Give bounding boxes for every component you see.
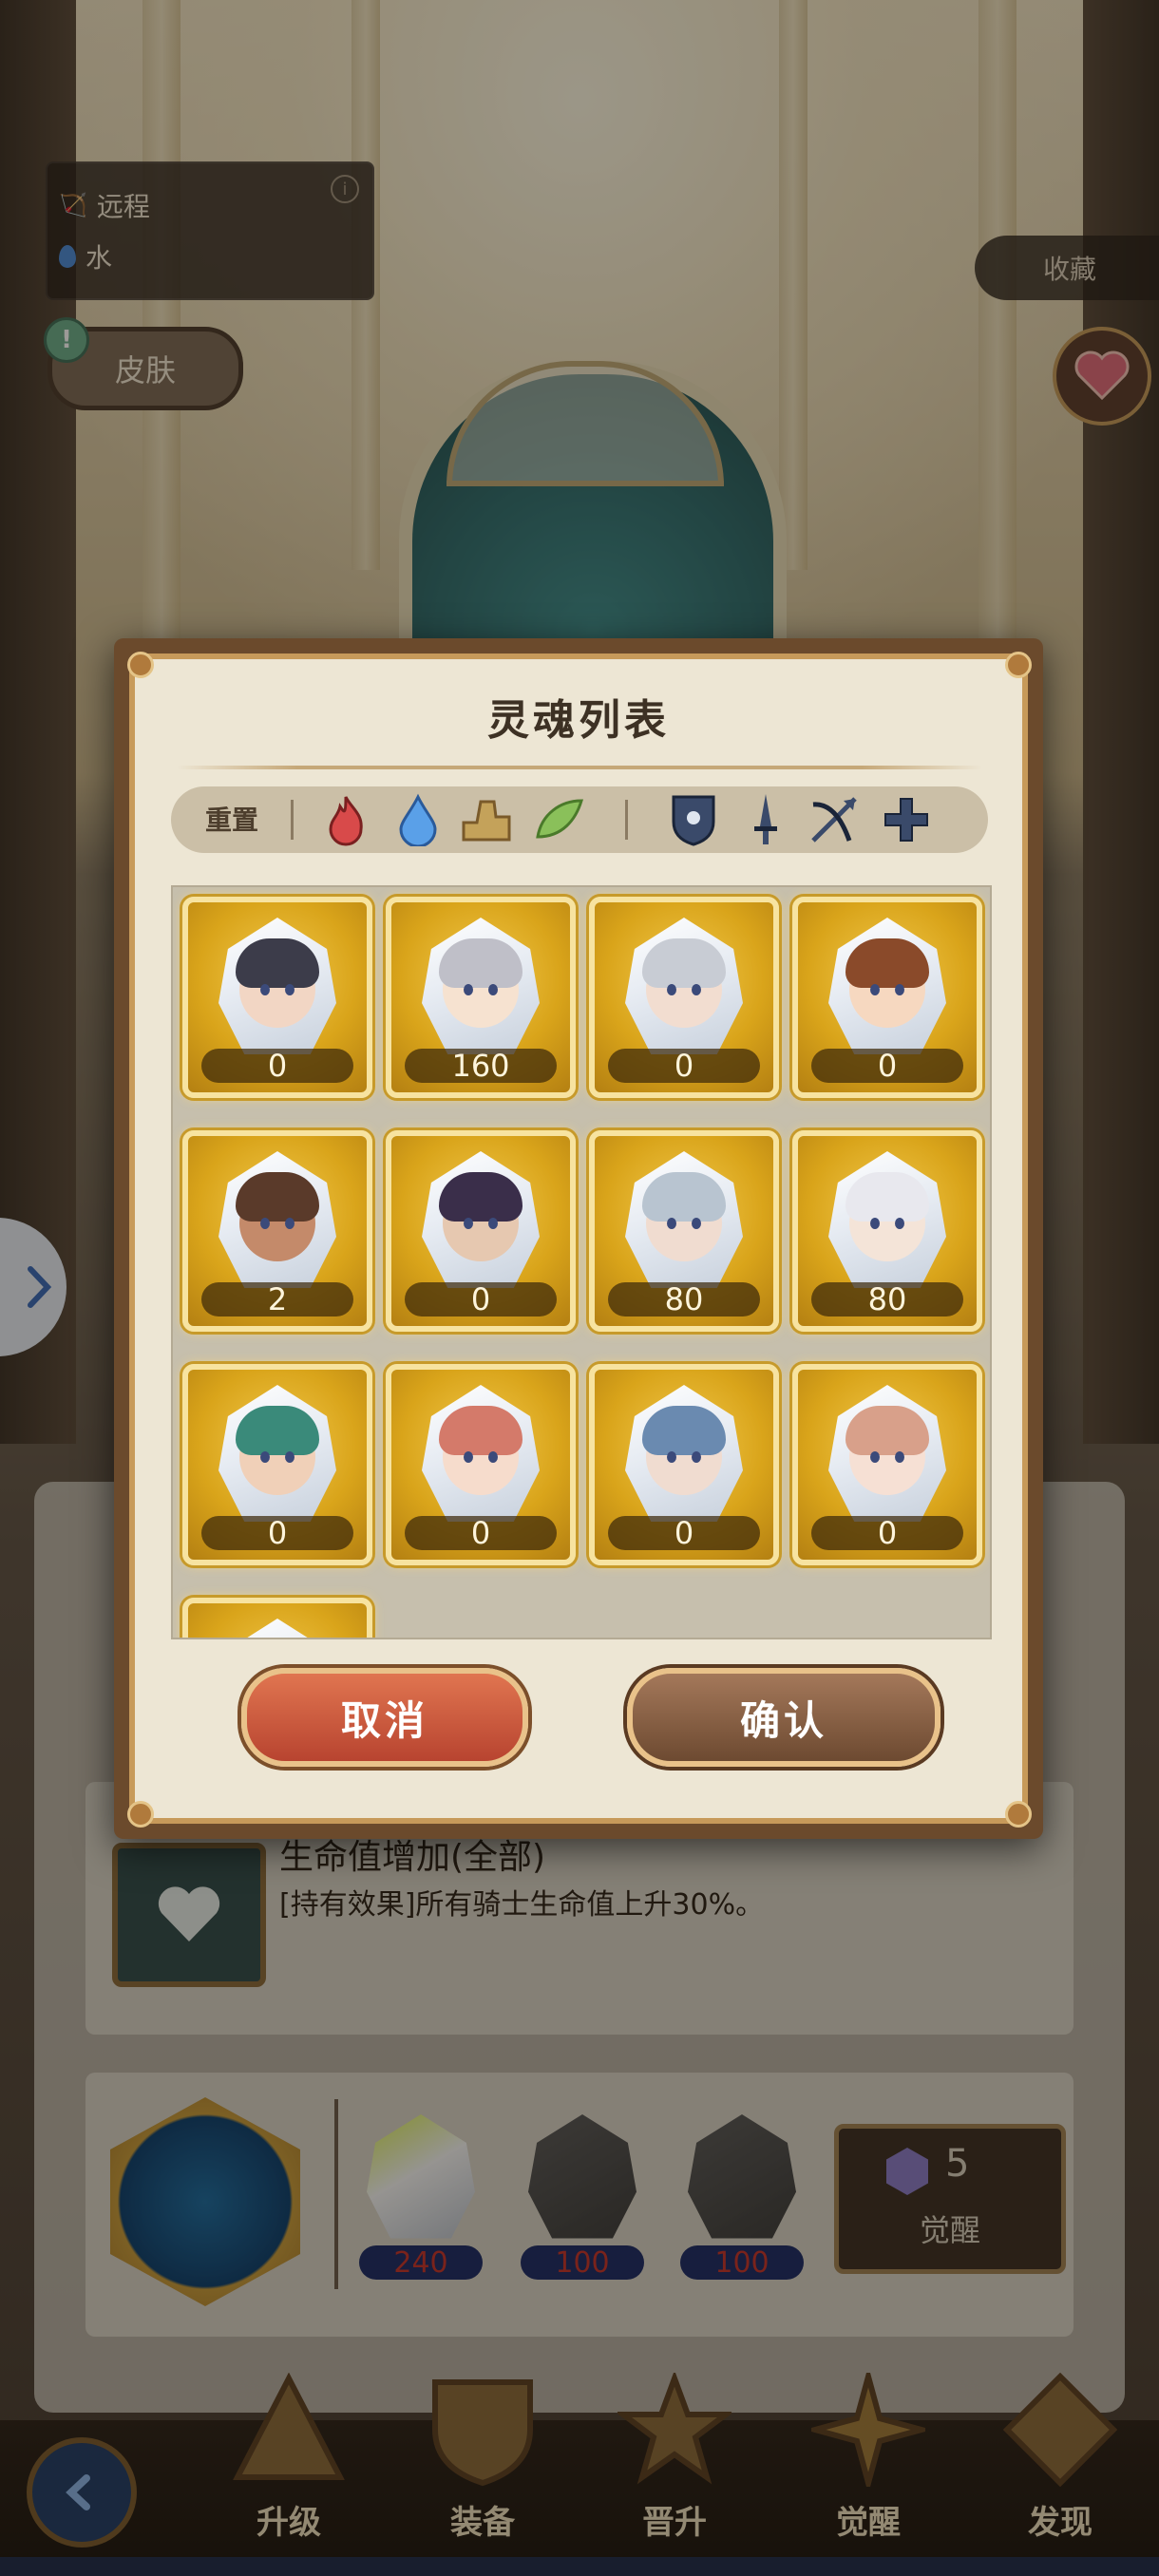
water-icon[interactable] — [391, 791, 445, 848]
character-hair — [236, 1406, 319, 1455]
wind-icon[interactable] — [532, 791, 585, 848]
corner-rivet — [1005, 652, 1032, 678]
title-divider — [177, 766, 982, 769]
character-hair — [642, 1172, 726, 1222]
character-hair — [642, 1406, 726, 1455]
character-eye — [692, 1218, 701, 1229]
soul-count: 0 — [608, 1048, 760, 1084]
character-eye — [285, 984, 294, 995]
soul-count: 0 — [405, 1515, 557, 1551]
character-eye — [488, 984, 498, 995]
character-eye — [285, 1218, 294, 1229]
reset-filter-button[interactable]: 重置 — [205, 800, 258, 838]
cross-icon[interactable] — [880, 791, 933, 848]
character-hair — [846, 1406, 929, 1455]
character-eye — [895, 1218, 904, 1229]
character-eye — [285, 1451, 294, 1463]
soul-crystal-icon — [218, 918, 336, 1054]
filter-divider — [291, 800, 294, 840]
character-hair — [846, 938, 929, 988]
soul-crystal-icon — [422, 1151, 540, 1288]
shield-icon[interactable] — [667, 791, 720, 848]
soul-count: 0 — [811, 1048, 963, 1084]
character-hair — [642, 938, 726, 988]
confirm-button[interactable]: 确认 — [627, 1668, 940, 1767]
character-eye — [667, 1451, 676, 1463]
soul-card[interactable]: 160 — [386, 897, 576, 1098]
soul-count: 80 — [811, 1281, 963, 1317]
character-hair — [439, 1172, 522, 1222]
soul-crystal-icon — [218, 1385, 336, 1522]
character-eye — [667, 984, 676, 995]
character-hair — [846, 1172, 929, 1222]
character-eye — [692, 1451, 701, 1463]
soul-card[interactable]: 0 — [386, 1130, 576, 1332]
soul-card[interactable]: 0 — [792, 897, 982, 1098]
character-eye — [488, 1218, 498, 1229]
soul-card[interactable]: 0 — [182, 897, 372, 1098]
fire-icon[interactable] — [319, 791, 372, 848]
soul-crystal-icon — [828, 918, 946, 1054]
soul-crystal-icon — [625, 918, 743, 1054]
soul-count: 160 — [405, 1048, 557, 1084]
character-eye — [895, 1451, 904, 1463]
character-eye — [464, 1218, 473, 1229]
soul-card[interactable]: 80 — [792, 1130, 982, 1332]
soul-card[interactable] — [182, 1598, 372, 1638]
earth-icon[interactable] — [460, 791, 513, 848]
bow-icon[interactable] — [808, 791, 861, 848]
soul-crystal-icon — [422, 1385, 540, 1522]
soul-crystal-icon — [422, 918, 540, 1054]
soul-crystal-icon — [625, 1151, 743, 1288]
character-eye — [895, 984, 904, 995]
cancel-button[interactable]: 取消 — [241, 1668, 528, 1767]
character-eye — [870, 984, 880, 995]
character-hair — [236, 1172, 319, 1222]
character-eye — [464, 1451, 473, 1463]
corner-rivet — [127, 652, 154, 678]
character-eye — [870, 1218, 880, 1229]
soul-crystal-icon — [828, 1151, 946, 1288]
character-hair — [236, 938, 319, 988]
soul-card[interactable]: 0 — [182, 1364, 372, 1565]
soul-crystal-icon — [828, 1385, 946, 1522]
soul-count: 0 — [201, 1048, 353, 1084]
character-eye — [488, 1451, 498, 1463]
character-hair — [439, 938, 522, 988]
character-eye — [260, 1218, 270, 1229]
corner-rivet — [127, 1801, 154, 1828]
character-eye — [667, 1218, 676, 1229]
soul-grid: 0 160 0 0 2 0 80 80 0 0 0 0 — [171, 885, 992, 1639]
soul-count: 2 — [201, 1281, 353, 1317]
soul-count: 0 — [201, 1515, 353, 1551]
soul-card[interactable]: 0 — [792, 1364, 982, 1565]
soul-crystal-icon — [218, 1151, 336, 1288]
soul-card[interactable]: 0 — [589, 1364, 779, 1565]
soul-count: 0 — [405, 1281, 557, 1317]
character-eye — [464, 984, 473, 995]
soul-card[interactable]: 0 — [386, 1364, 576, 1565]
soul-card[interactable]: 0 — [589, 897, 779, 1098]
soul-count: 80 — [608, 1281, 760, 1317]
sword-icon[interactable] — [739, 791, 792, 848]
character-eye — [260, 984, 270, 995]
soul-card[interactable]: 2 — [182, 1130, 372, 1332]
soul-count: 0 — [811, 1515, 963, 1551]
dialog-title: 灵魂列表 — [487, 696, 670, 745]
character-eye — [870, 1451, 880, 1463]
soul-count: 0 — [608, 1515, 760, 1551]
character-eye — [692, 984, 701, 995]
character-eye — [260, 1451, 270, 1463]
corner-rivet — [1005, 1801, 1032, 1828]
soul-crystal-icon — [625, 1385, 743, 1522]
soul-card[interactable]: 80 — [589, 1130, 779, 1332]
filter-divider — [625, 800, 628, 840]
soul-crystal-icon — [218, 1619, 336, 1638]
character-hair — [439, 1406, 522, 1455]
